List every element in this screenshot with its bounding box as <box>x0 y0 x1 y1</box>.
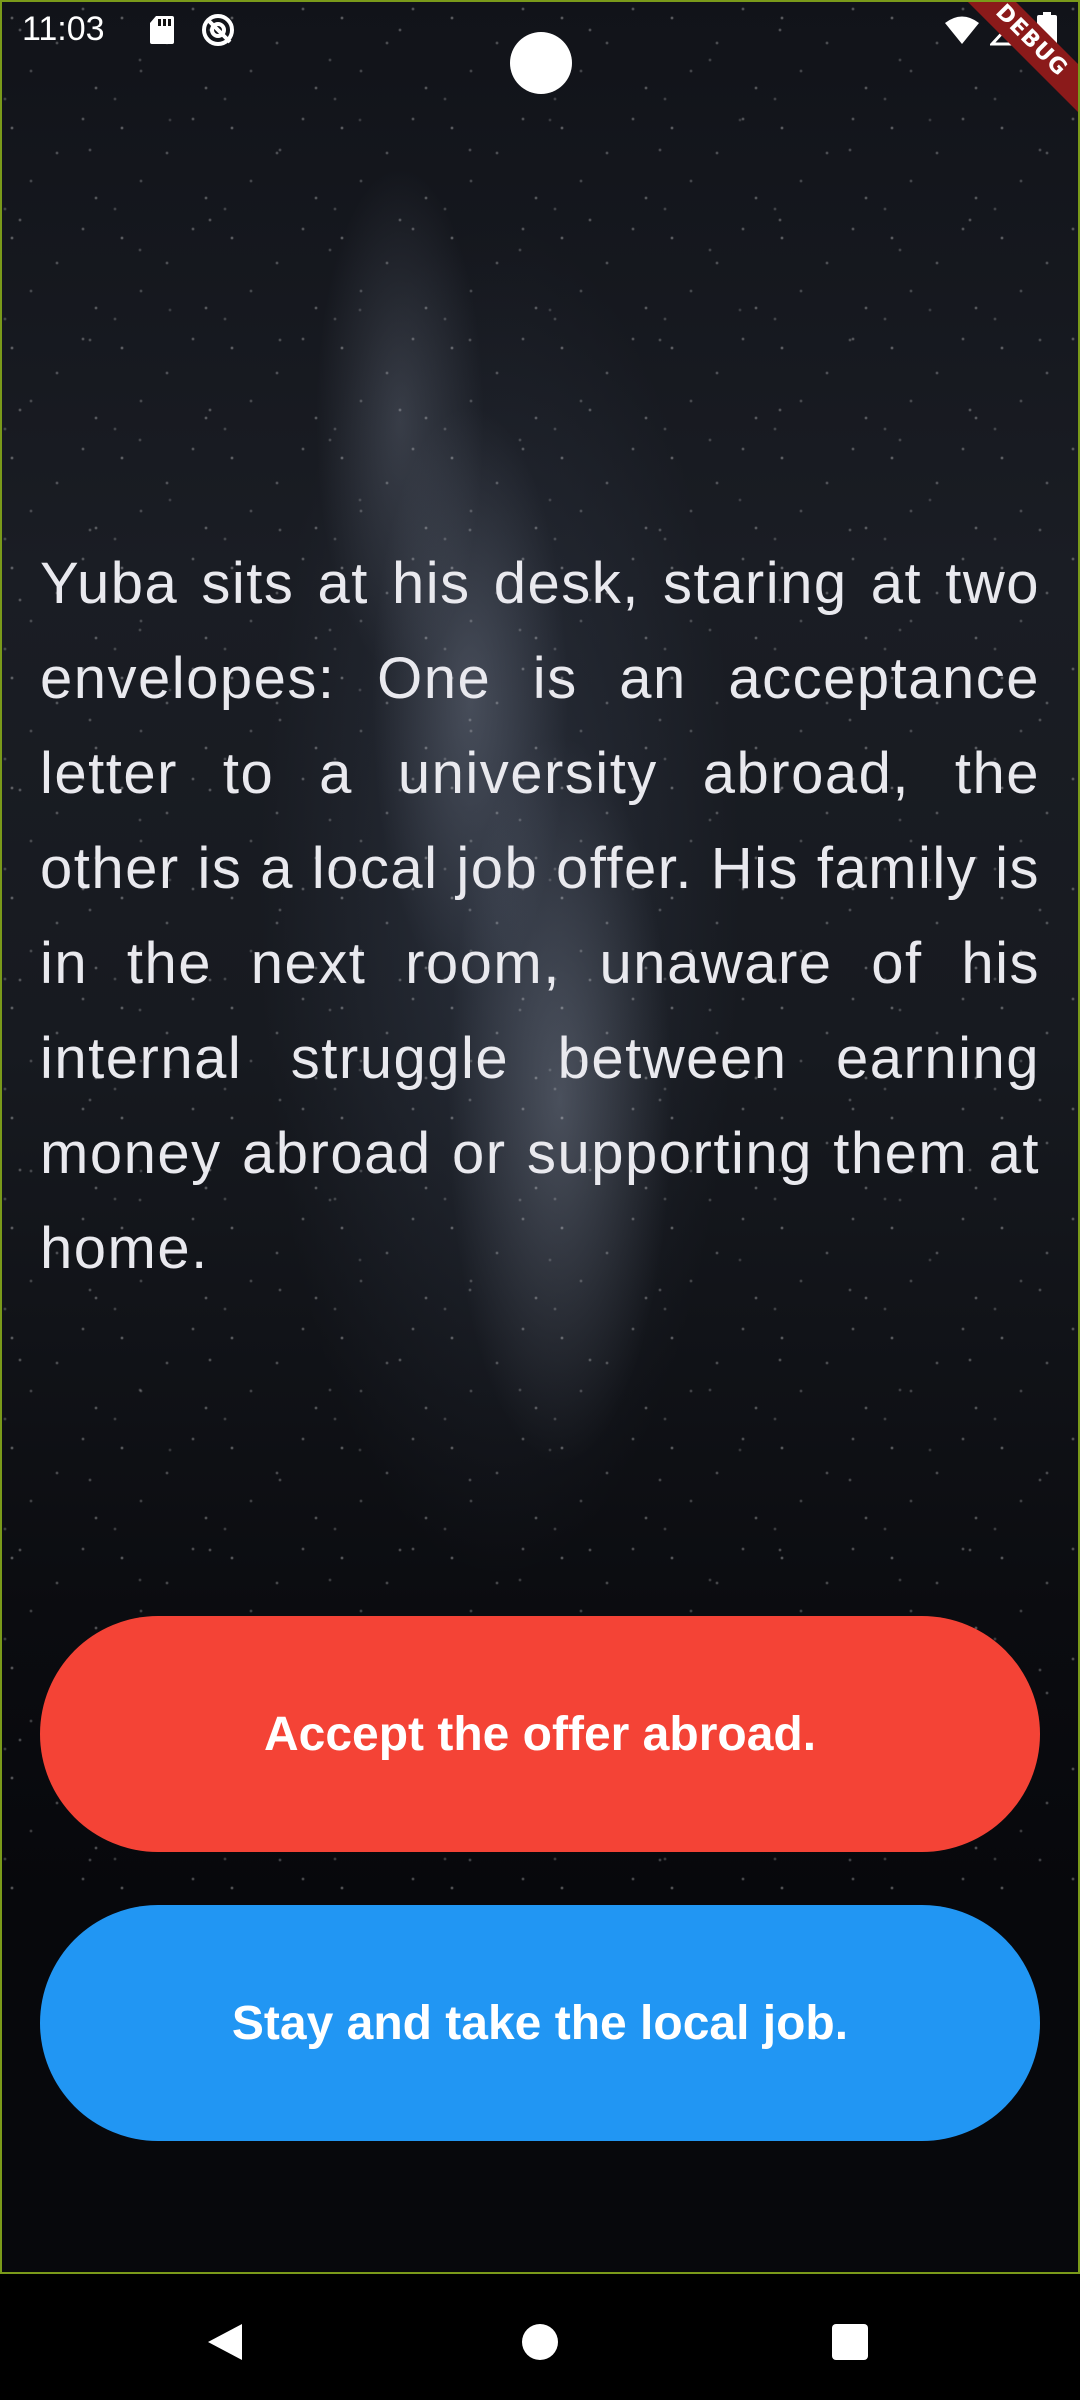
status-time: 11:03 <box>22 10 105 48</box>
camera-cutout <box>510 32 572 94</box>
navigation-bar <box>0 2274 1080 2400</box>
no-data-saver-icon <box>200 12 236 52</box>
accept-offer-abroad-button[interactable]: Accept the offer abroad. <box>40 1616 1040 1852</box>
story-text: Yuba sits at his desk, staring at two en… <box>40 551 1040 1281</box>
home-icon[interactable] <box>510 2312 570 2372</box>
stay-local-job-button[interactable]: Stay and take the local job. <box>40 1905 1040 2141</box>
wifi-icon <box>944 16 980 50</box>
back-icon[interactable] <box>194 2312 254 2372</box>
app-screen: 11:03 DEBUG Yuba sits at his desk, stari… <box>0 0 1080 2400</box>
recents-icon[interactable] <box>820 2312 880 2372</box>
sd-card-icon <box>148 14 176 50</box>
